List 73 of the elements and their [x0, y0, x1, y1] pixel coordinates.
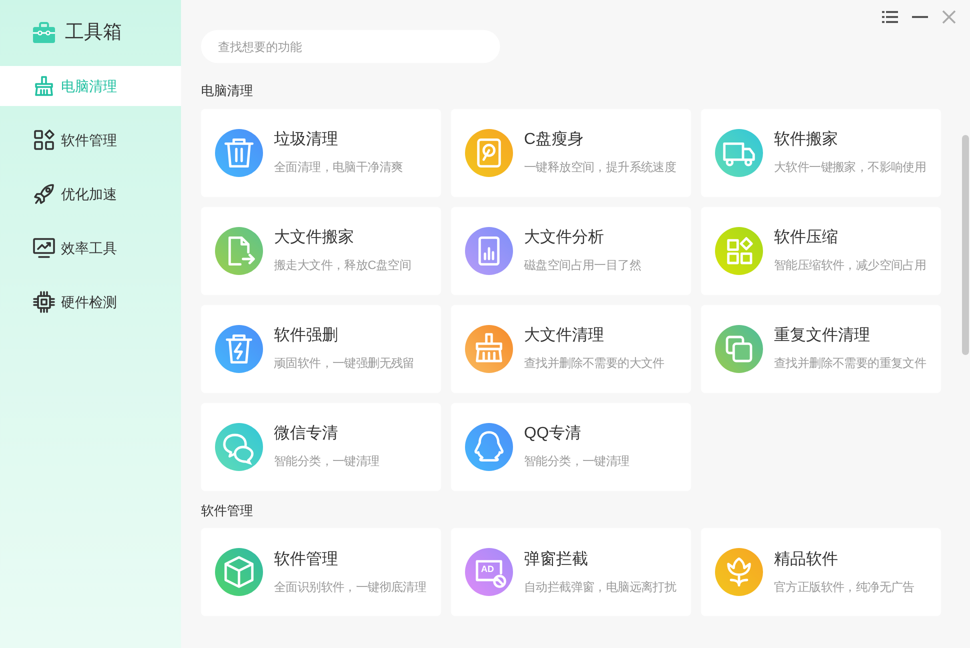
tool-card[interactable]: 大文件清理 查找并删除不需要的大文件	[451, 304, 691, 392]
disk-icon	[465, 128, 513, 176]
card-subtitle: 全面清理，电脑干净清爽	[274, 159, 403, 175]
flower-icon	[715, 548, 763, 596]
sidebar-item[interactable]: 效率工具	[0, 228, 181, 268]
card-subtitle: 智能压缩软件，减少空间占用	[774, 257, 926, 273]
copy-icon	[715, 324, 763, 372]
card-title: 微信专清	[274, 424, 339, 444]
tool-card[interactable]: 软件管理 全面识别软件，一键彻底清理	[201, 528, 441, 616]
tool-card[interactable]: 软件压缩 智能压缩软件，减少空间占用	[701, 206, 941, 294]
card-title: QQ专清	[524, 424, 582, 444]
trash-icon	[215, 128, 263, 176]
sidebar-item[interactable]: 软件管理	[0, 120, 181, 160]
card-subtitle: 查找并删除不需要的重复文件	[774, 355, 926, 371]
card-title: 软件搬家	[774, 130, 839, 150]
card-subtitle: 大软件一键搬家，不影响使用	[774, 159, 926, 175]
tool-card[interactable]: 大文件搬家 搬走大文件，释放C盘空间	[201, 206, 441, 294]
minimize-icon[interactable]	[912, 15, 928, 19]
monitor-icon	[33, 237, 55, 259]
tool-card[interactable]: 微信专清 智能分类，一键清理	[201, 402, 441, 490]
menu-icon[interactable]	[882, 10, 898, 24]
tool-card[interactable]: QQ专清 智能分类，一键清理	[451, 402, 691, 490]
card-subtitle: 磁盘空间占用一目了然	[524, 257, 642, 273]
ad-label: AD	[481, 564, 494, 574]
card-title: C盘瘦身	[524, 130, 585, 150]
search-field[interactable]: 查找想要的功能	[201, 30, 500, 63]
card-title: 精品软件	[774, 550, 839, 570]
tool-card[interactable]: 软件强删 顽固软件，一键强删无残留	[201, 304, 441, 392]
card-subtitle: 智能分类，一键清理	[524, 453, 630, 469]
card-title: 软件管理	[274, 550, 339, 570]
apps-icon	[715, 226, 763, 274]
scrollbar[interactable]	[962, 135, 969, 355]
card-title: 垃圾清理	[274, 130, 339, 150]
sidebar-item[interactable]: 优化加速	[0, 174, 181, 214]
tool-card[interactable]: 软件搬家 大软件一键搬家，不影响使用	[701, 108, 941, 196]
card-title: 大文件分析	[524, 228, 605, 248]
card-subtitle: 顽固软件，一键强删无残留	[274, 355, 414, 371]
toolbox-icon	[33, 22, 55, 44]
card-subtitle: 全面识别软件，一键彻底清理	[274, 578, 426, 594]
chat-icon	[215, 422, 263, 470]
card-subtitle: 自动拦截弹窗，电脑远离打扰	[524, 578, 676, 594]
tool-card[interactable]: 精品软件 官方正版软件，纯净无广告	[701, 528, 941, 616]
app-title: 工具箱	[65, 20, 122, 45]
rocket-icon	[33, 183, 55, 205]
penguin-icon	[465, 422, 513, 470]
section-title: 软件管理	[201, 502, 253, 520]
chip-icon	[33, 291, 55, 313]
card-title: 弹窗拦截	[524, 550, 589, 570]
tool-card[interactable]: 垃圾清理 全面清理，电脑干净清爽	[201, 108, 441, 196]
section-title: 电脑清理	[201, 82, 253, 100]
tool-card[interactable]: 大文件分析 磁盘空间占用一目了然	[451, 206, 691, 294]
card-subtitle: 查找并删除不需要的大文件	[524, 355, 664, 371]
ad-block-icon	[465, 548, 513, 596]
sidebar-item[interactable]: 硬件检测	[0, 282, 181, 322]
card-subtitle: 搬走大文件，释放C盘空间	[274, 257, 412, 273]
card-title: 大文件清理	[524, 326, 605, 346]
broom-icon	[33, 75, 55, 97]
truck-icon	[715, 128, 763, 176]
trash-bolt-icon	[215, 324, 263, 372]
tool-card[interactable]: AD 弹窗拦截 自动拦截弹窗，电脑远离打扰	[451, 528, 691, 616]
tool-card[interactable]: 重复文件清理 查找并删除不需要的重复文件	[701, 304, 941, 392]
card-title: 重复文件清理	[774, 326, 871, 346]
card-title: 大文件搬家	[274, 228, 355, 248]
card-subtitle: 官方正版软件，纯净无广告	[774, 578, 914, 594]
chart-icon	[465, 226, 513, 274]
tool-card[interactable]: C盘瘦身 一键释放空间，提升系统速度	[451, 108, 691, 196]
apps-icon	[33, 129, 55, 151]
card-title: 软件压缩	[774, 228, 839, 248]
broom-icon	[465, 324, 513, 372]
card-subtitle: 一键释放空间，提升系统速度	[524, 159, 676, 175]
card-subtitle: 智能分类，一键清理	[274, 453, 380, 469]
card-title: 软件强删	[274, 326, 339, 346]
cube-icon	[215, 548, 263, 596]
